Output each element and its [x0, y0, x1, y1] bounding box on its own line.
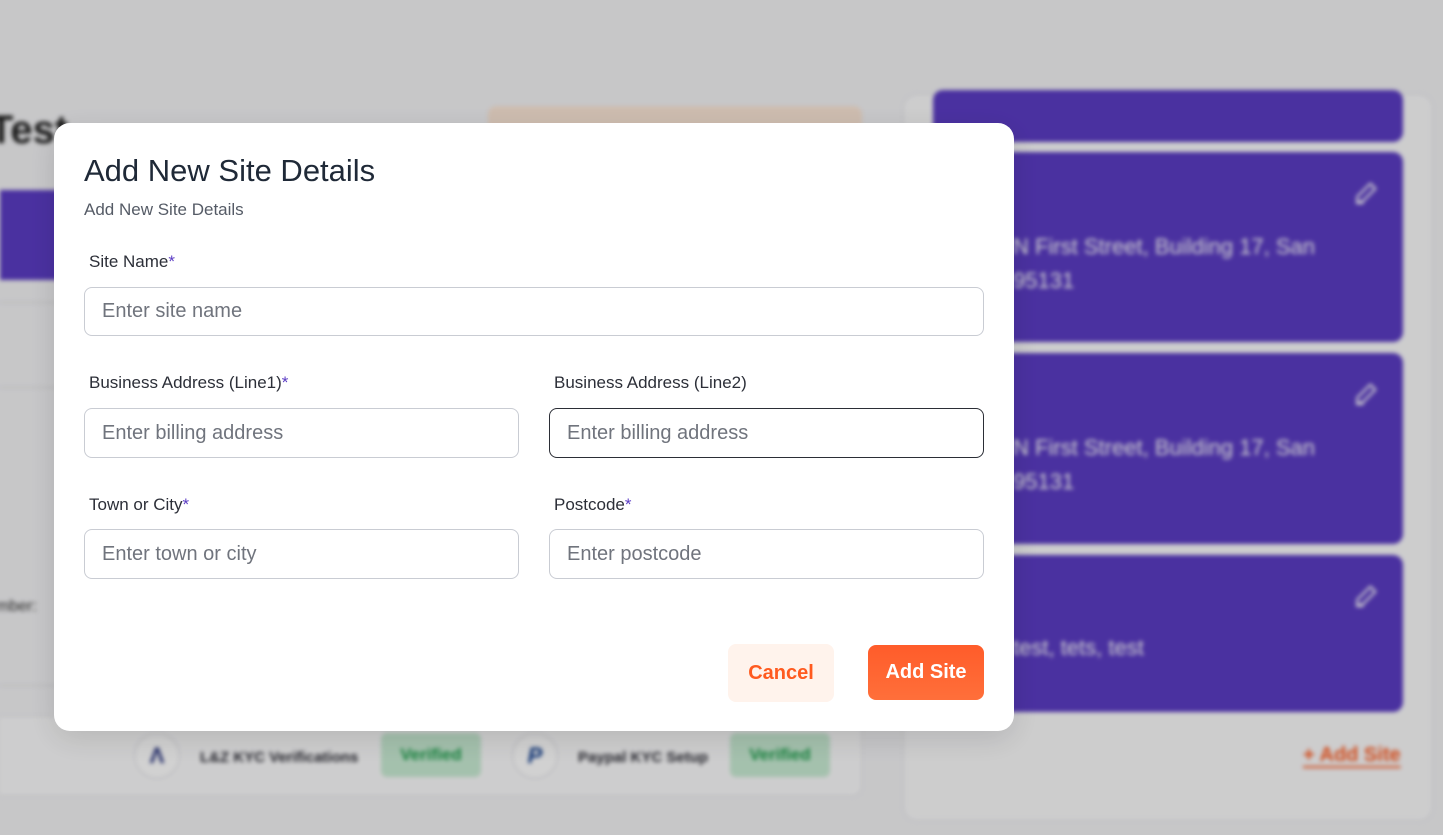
postcode-input[interactable]: [549, 529, 984, 579]
site-name-input[interactable]: [84, 287, 984, 336]
address-line2-input[interactable]: [549, 408, 984, 458]
modal-subtitle: Add New Site Details: [84, 200, 244, 219]
add-site-button[interactable]: Add Site: [868, 645, 984, 700]
modal-title: Add New Site Details: [84, 153, 376, 188]
required-mark: *: [168, 252, 175, 271]
address-line2-label: Business Address (Line2): [554, 373, 747, 393]
site-name-label-text: Site Name: [89, 252, 169, 271]
address-line1-label-text: Business Address (Line1): [89, 373, 282, 392]
add-site-modal: Add New Site Details Add New Site Detail…: [54, 123, 1014, 731]
postcode-label-text: Postcode: [554, 495, 625, 514]
town-label: Town or City*: [89, 495, 189, 515]
address-line1-input[interactable]: [84, 408, 519, 458]
required-mark: *: [624, 495, 632, 514]
required-mark: *: [281, 373, 289, 392]
cancel-button[interactable]: Cancel: [728, 644, 834, 702]
address-line2-label-text: Business Address (Line2): [554, 373, 747, 392]
town-label-text: Town or City: [89, 495, 183, 514]
site-name-label: Site Name*: [89, 252, 175, 272]
required-mark: *: [182, 495, 190, 514]
town-input[interactable]: [84, 529, 519, 579]
address-line1-label: Business Address (Line1)*: [89, 373, 288, 393]
postcode-label: Postcode*: [554, 495, 632, 515]
